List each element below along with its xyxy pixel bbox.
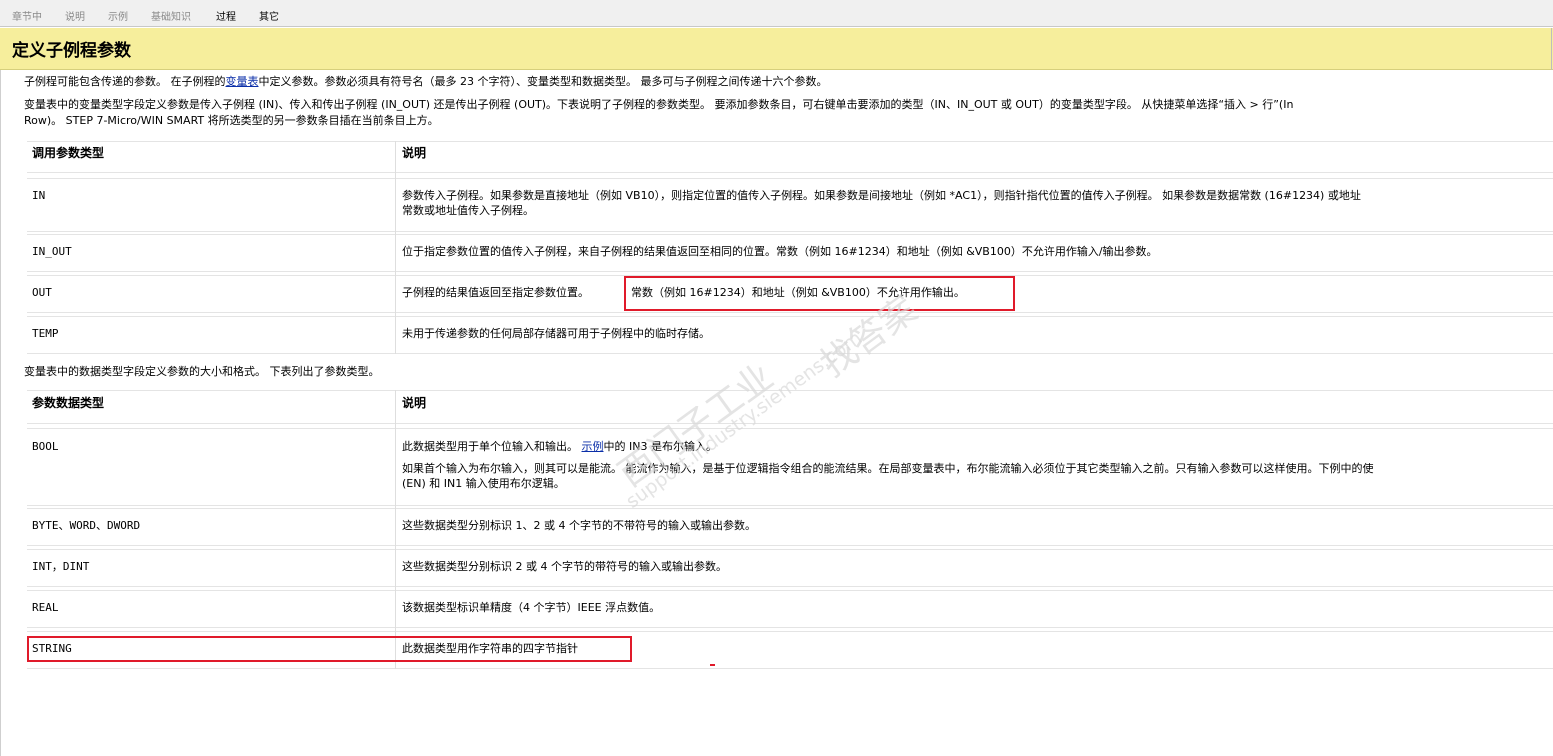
param-desc-cell: 如果首个输入为布尔输入，则其可以是能流。 能流作为输入，是基于位逻辑指令组合的能… xyxy=(402,461,1374,491)
intro-paragraph-1: 子例程可能包含传递的参数。 在子例程的变量表中定义参数。参数必须具有符号名（最多… xyxy=(24,74,827,90)
intro-text: 子例程可能包含传递的参数。 在子例程的 xyxy=(24,75,226,88)
intro-text-line: Row)。 STEP 7-Micro/WIN SMART 将所选类型的另一参数条… xyxy=(24,114,439,127)
param-desc-cell: 子例程的结果值返回至指定参数位置。 xyxy=(402,286,589,299)
tab-chapter[interactable]: 章节中 xyxy=(12,8,42,23)
param-desc-cell: 未用于传递参数的任何局部存储器可用于子例程中的临时存储。 xyxy=(402,327,710,340)
tab-other[interactable]: 其它 xyxy=(259,8,279,23)
param-type-cell: OUT xyxy=(32,286,52,299)
param-type-cell: TEMP xyxy=(32,327,59,340)
page-title: 定义子例程参数 xyxy=(12,41,131,61)
desc-line: 如果首个输入为布尔输入，则其可以是能流。 能流作为输入，是基于位逻辑指令组合的能… xyxy=(402,462,1374,475)
table-header-row xyxy=(27,141,1553,173)
column-divider xyxy=(395,141,396,354)
param-desc-cell: 参数传入子例程。如果参数是直接地址（例如 VB10），则指定位置的值传入子例程。… xyxy=(402,188,1361,218)
title-bar: 定义子例程参数 xyxy=(0,28,1553,70)
tab-example[interactable]: 示例 xyxy=(108,8,128,23)
intro-paragraph-2: 变量表中的变量类型字段定义参数是传入子例程 (IN)、传入和传出子例程 (IN_… xyxy=(24,97,1293,129)
param-type-cell: IN xyxy=(32,189,46,202)
content-left-border xyxy=(0,70,1,756)
variable-table-link[interactable]: 变量表 xyxy=(226,75,259,88)
column-divider xyxy=(395,390,396,669)
desc-text: 此数据类型用于单个位输入和输出。 xyxy=(402,440,582,453)
desc-line: 常数或地址值传入子例程。 xyxy=(402,204,534,217)
table-row xyxy=(27,549,1553,587)
desc-line: 参数传入子例程。如果参数是直接地址（例如 VB10），则指定位置的值传入子例程。… xyxy=(402,189,1361,202)
param-type-cell: BOOL xyxy=(32,440,59,453)
param-type-cell: IN_OUT xyxy=(32,245,72,258)
tab-bar: 章节中 说明 示例 基础知识 过程 其它 xyxy=(0,0,1553,27)
tab-description[interactable]: 说明 xyxy=(65,8,85,23)
red-mark xyxy=(710,664,715,666)
param-desc-cell: 该数据类型标识单精度（4 个字节）IEEE 浮点数值。 xyxy=(402,601,661,614)
table-row xyxy=(27,316,1553,354)
table-header: 说明 xyxy=(402,146,427,160)
data-type-intro: 变量表中的数据类型字段定义参数的大小和格式。 下表列出了参数类型。 xyxy=(24,365,380,378)
table-row xyxy=(27,508,1553,546)
param-desc-cell: 这些数据类型分别标识 2 或 4 个字节的带符号的输入或输出参数。 xyxy=(402,560,727,573)
table-header: 调用参数类型 xyxy=(32,146,105,160)
param-type-cell: BYTE、WORD、DWORD xyxy=(32,519,141,532)
example-link[interactable]: 示例 xyxy=(582,440,604,453)
param-desc-cell: 这些数据类型分别标识 1、2 或 4 个字节的不带符号的输入或输出参数。 xyxy=(402,519,756,532)
table-row xyxy=(27,590,1553,628)
table-header: 参数数据类型 xyxy=(32,396,105,410)
table-header: 说明 xyxy=(402,396,427,410)
highlight-box-string xyxy=(27,636,632,662)
desc-line: (EN) 和 IN1 输入使用布尔逻辑。 xyxy=(402,477,565,490)
tab-basics[interactable]: 基础知识 xyxy=(151,8,191,23)
intro-text-line: 变量表中的变量类型字段定义参数是传入子例程 (IN)、传入和传出子例程 (IN_… xyxy=(24,98,1294,111)
param-desc-cell: 位于指定参数位置的值传入子例程，来自子例程的结果值返回至相同的位置。常数（例如 … xyxy=(402,245,1158,258)
title-right-border xyxy=(1551,28,1552,70)
tab-procedure[interactable]: 过程 xyxy=(216,8,236,23)
highlight-box-out xyxy=(624,276,1015,311)
intro-text: 中定义参数。参数必须具有符号名（最多 23 个字符）、变量类型和数据类型。 最多… xyxy=(258,75,828,88)
param-type-cell: INT，DINT xyxy=(32,560,90,573)
param-type-cell: REAL xyxy=(32,601,59,614)
